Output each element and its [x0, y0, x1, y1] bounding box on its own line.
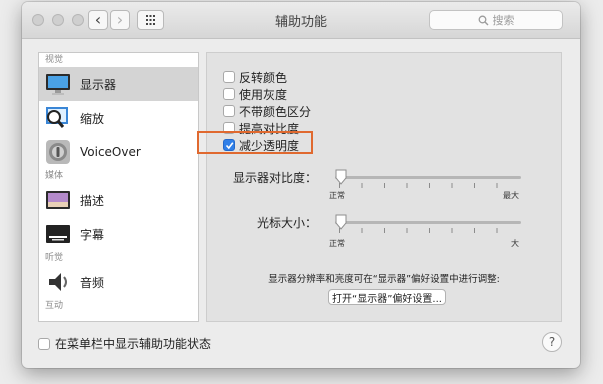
captions-icon — [45, 221, 71, 247]
cursor-max-label: 大 — [511, 239, 519, 248]
display-contrast-label: 显示器对比度： — [232, 171, 317, 185]
sidebar-section-hearing: 听觉 — [45, 253, 64, 263]
sidebar-item-label: 音频 — [80, 275, 105, 290]
checkbox-label: 使用灰度 — [239, 87, 288, 102]
sidebar-section-interacting: 互动 — [45, 301, 64, 311]
preferences-window: ‹ › 辅助功能 搜索 视觉 显示器 缩放 VoiceOver 媒体 描述 字幕… — [22, 2, 580, 368]
slider-ticks — [339, 228, 517, 233]
sidebar-item-zoom[interactable]: 缩放 — [39, 101, 198, 135]
descriptions-icon — [45, 187, 71, 213]
contrast-max-label: 最大 — [503, 191, 519, 200]
grayscale-checkbox[interactable]: 使用灰度 — [223, 86, 287, 102]
slider-knob[interactable] — [335, 214, 347, 230]
show-in-menu-bar-checkbox[interactable]: 在菜单栏中显示辅助功能状态 — [38, 335, 211, 352]
slider-ticks — [339, 183, 517, 188]
slider-track — [335, 176, 521, 179]
checkbox-box[interactable] — [223, 88, 235, 100]
sidebar-section-vision: 视觉 — [45, 55, 64, 65]
sidebar-item-display[interactable]: 显示器 — [39, 67, 198, 101]
audio-icon — [45, 269, 71, 295]
sidebar-item-label: 描述 — [80, 193, 105, 208]
invert-colors-checkbox[interactable]: 反转颜色 — [223, 69, 287, 85]
slider-knob[interactable] — [335, 169, 347, 185]
contrast-min-label: 正常 — [329, 191, 345, 200]
sidebar-item-voiceover[interactable]: VoiceOver — [39, 135, 198, 169]
checkbox-box[interactable] — [38, 337, 50, 350]
sidebar-item-audio[interactable]: 音频 — [39, 265, 198, 299]
sidebar-item-label: VoiceOver — [80, 145, 141, 159]
zoom-icon — [45, 105, 71, 131]
search-icon — [478, 15, 488, 25]
help-button[interactable]: ? — [542, 332, 562, 352]
sidebar-item-descriptions[interactable]: 描述 — [39, 183, 198, 217]
cursor-min-label: 正常 — [329, 239, 345, 248]
checkbox-label: 反转颜色 — [239, 70, 288, 85]
search-field[interactable]: 搜索 — [429, 10, 563, 30]
checkbox-label: 在菜单栏中显示辅助功能状态 — [55, 337, 212, 351]
sidebar-item-label: 字幕 — [80, 227, 105, 242]
checkbox-box[interactable] — [223, 71, 235, 83]
open-display-preferences-button[interactable]: 打开“显示器”偏好设置... — [328, 289, 446, 305]
voiceover-icon — [45, 139, 71, 165]
sidebar-section-media: 媒体 — [45, 171, 64, 181]
checkbox-label: 不带颜色区分 — [239, 104, 312, 119]
cursor-size-slider[interactable] — [335, 214, 521, 233]
display-icon — [45, 71, 71, 97]
display-settings-panel: 反转颜色 使用灰度 不带颜色区分 提高对比度 减少透明度 显示器对比度： 正常 … — [197, 52, 562, 322]
title-bar: ‹ › 辅助功能 搜索 — [22, 2, 580, 39]
sidebar-item-captions[interactable]: 字幕 — [39, 217, 198, 251]
cursor-size-label: 光标大小： — [256, 216, 317, 230]
display-contrast-slider[interactable] — [335, 169, 521, 188]
checkbox-box[interactable] — [223, 105, 235, 117]
display-settings-note: 显示器分辨率和亮度可在“显示器”偏好设置中进行调整: — [268, 274, 500, 285]
differentiate-without-color-checkbox[interactable]: 不带颜色区分 — [223, 103, 311, 119]
search-placeholder: 搜索 — [492, 14, 515, 27]
slider-track — [335, 221, 521, 224]
highlight-annotation — [197, 131, 313, 154]
sidebar-item-label: 缩放 — [80, 111, 105, 126]
category-sidebar: 视觉 显示器 缩放 VoiceOver 媒体 描述 字幕 听觉 音频 互动 — [38, 52, 199, 322]
help-icon: ? — [548, 335, 556, 349]
sidebar-item-label: 显示器 — [80, 77, 117, 92]
